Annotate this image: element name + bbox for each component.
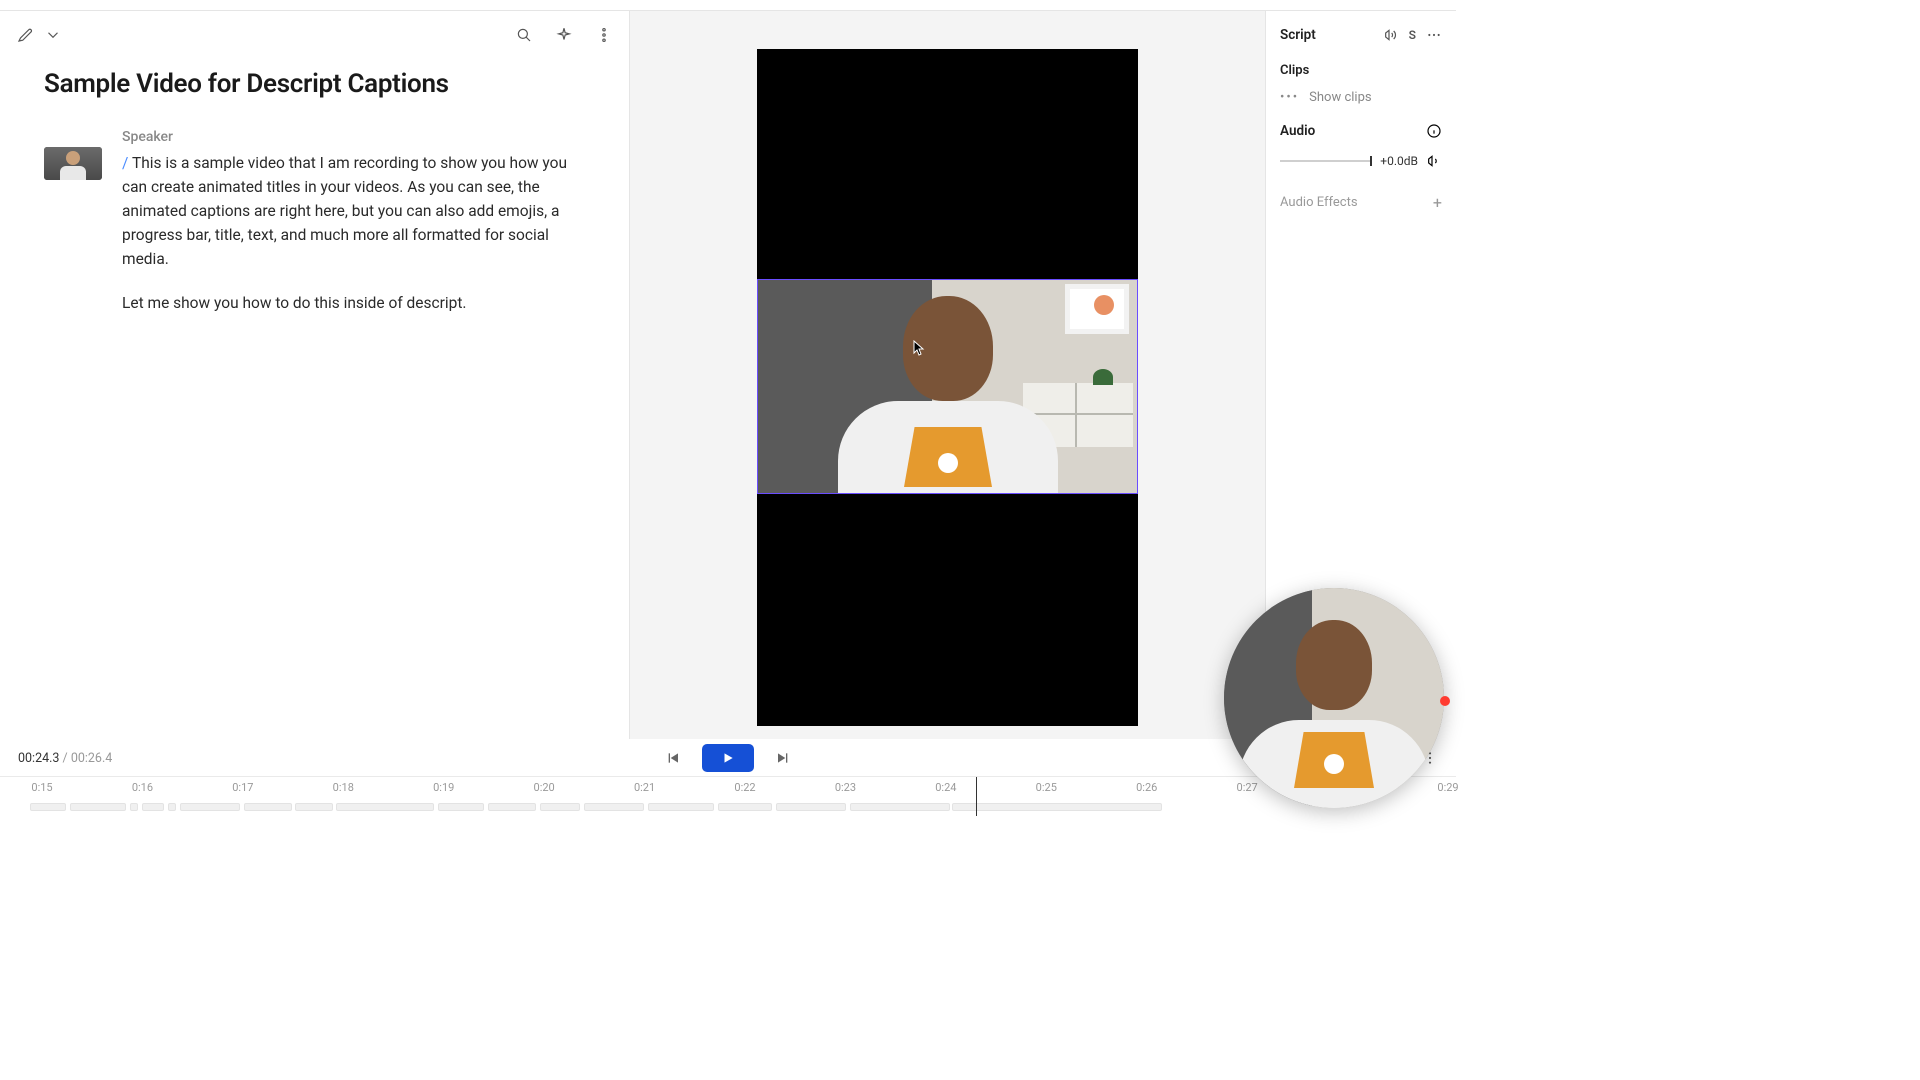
timeline-word-block[interactable] <box>168 803 176 811</box>
timeline-word-block[interactable] <box>584 803 644 811</box>
props-audio-title: Audio <box>1280 123 1315 139</box>
ruler-tick: 0:23 <box>835 781 856 794</box>
playhead[interactable] <box>976 777 977 816</box>
timeline-word-block[interactable] <box>438 803 484 811</box>
timeline-word-block[interactable] <box>850 803 950 811</box>
time-current: 00:24.3 <box>18 751 59 766</box>
timeline-word-block[interactable] <box>70 803 126 811</box>
more-vertical-icon[interactable] <box>593 24 615 46</box>
speaker-block: Speaker / This is a sample video that I … <box>44 129 585 315</box>
timeline-word-block[interactable] <box>488 803 536 811</box>
ruler-tick: 0:22 <box>734 781 755 794</box>
clips-menu-icon[interactable]: ••• <box>1280 90 1299 105</box>
chevron-down-icon[interactable] <box>42 24 64 46</box>
timeline-word-block[interactable] <box>336 803 434 811</box>
ruler-tick: 0:21 <box>634 781 655 794</box>
more-horizontal-icon[interactable] <box>1426 27 1442 43</box>
info-icon[interactable] <box>1426 123 1442 139</box>
script-body: Sample Video for Descript Captions Speak… <box>0 59 629 315</box>
speaker-label[interactable]: Speaker <box>122 129 585 145</box>
cursor-icon <box>913 340 925 356</box>
ruler-tick: 0:19 <box>433 781 454 794</box>
video-canvas[interactable] <box>757 49 1138 726</box>
timeline-word-block[interactable] <box>952 803 1162 811</box>
timeline-word-block[interactable] <box>648 803 714 811</box>
timeline-word-block[interactable] <box>295 803 333 811</box>
ruler-tick: 0:16 <box>132 781 153 794</box>
skip-back-button[interactable] <box>664 748 684 768</box>
ruler-tick: 0:18 <box>333 781 354 794</box>
timeline-word-block[interactable] <box>244 803 292 811</box>
timeline-word-block[interactable] <box>718 803 772 811</box>
props-clips-title: Clips <box>1280 63 1442 78</box>
ruler-tick: 0:17 <box>232 781 253 794</box>
audio-effects-label: Audio Effects <box>1280 195 1358 210</box>
timeline-word-block[interactable] <box>130 803 138 811</box>
voice-icon[interactable] <box>1383 27 1399 43</box>
skip-forward-button[interactable] <box>772 748 792 768</box>
timeline-word-block[interactable] <box>776 803 846 811</box>
props-script-title: Script <box>1280 27 1316 43</box>
speaker-icon[interactable] <box>1426 153 1442 169</box>
ruler-tick: 0:15 <box>31 781 52 794</box>
volume-slider[interactable] <box>1280 160 1372 162</box>
play-button[interactable] <box>702 744 754 772</box>
ruler-tick: 0:25 <box>1036 781 1057 794</box>
timeline-word-block[interactable] <box>30 803 66 811</box>
script-panel: Sample Video for Descript Captions Speak… <box>0 11 630 739</box>
ruler-tick: 0:24 <box>935 781 956 794</box>
show-clips-link[interactable]: Show clips <box>1309 90 1371 105</box>
ruler-tick: 0:26 <box>1136 781 1157 794</box>
project-title[interactable]: Sample Video for Descript Captions <box>44 69 585 99</box>
volume-db-value: +0.0dB <box>1380 154 1418 168</box>
timeline-word-block[interactable] <box>142 803 164 811</box>
transcript-p2[interactable]: Let me show you how to do this inside of… <box>122 291 585 315</box>
speaker-thumbnail[interactable] <box>44 147 102 180</box>
transcript-p1[interactable]: This is a sample video that I am recordi… <box>122 154 567 268</box>
time-total: 00:26.4 <box>71 751 112 766</box>
ruler-tick: 0:20 <box>534 781 555 794</box>
volume-slider-thumb[interactable] <box>1370 156 1372 166</box>
canvas-area[interactable] <box>630 11 1266 739</box>
search-icon[interactable] <box>513 24 535 46</box>
compose-icon[interactable] <box>14 24 36 46</box>
time-display: 00:24.3 / 00:26.4 <box>18 751 112 766</box>
add-effect-icon[interactable]: + <box>1433 193 1442 212</box>
props-s-badge[interactable]: S <box>1409 28 1416 42</box>
recording-indicator-icon <box>1440 696 1450 706</box>
transcript-text[interactable]: / This is a sample video that I am recor… <box>122 151 585 315</box>
timeline-word-block[interactable] <box>540 803 580 811</box>
sparkle-icon[interactable] <box>553 24 575 46</box>
app-topbar <box>0 0 1456 11</box>
webcam-pip[interactable] <box>1224 588 1444 808</box>
video-clip-frame[interactable] <box>757 279 1138 494</box>
script-toolbar <box>0 11 629 59</box>
timeline-word-block[interactable] <box>180 803 240 811</box>
